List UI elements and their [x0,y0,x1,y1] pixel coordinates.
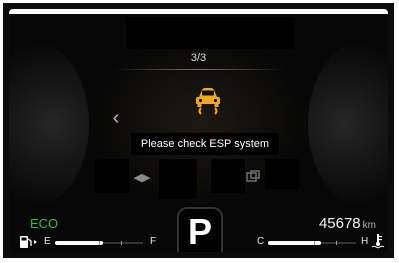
left-glow [9,39,89,209]
page-indicator: 3/3 [190,52,207,64]
hidden-tile [95,159,129,193]
fuel-pump-icon [20,236,37,248]
gear-indicator: P [177,207,223,252]
odometer: 45678 km [319,215,376,232]
esp-skid-icon [196,88,220,115]
warning-message: Please check ESP system [131,133,279,155]
odometer-value: 45678 [318,215,361,232]
previous-page-button[interactable]: ‹ [105,107,127,129]
coolant-temp-icon [371,234,385,249]
temp-tick [336,241,337,245]
fuel-gauge: E F [19,236,169,250]
fuel-tick [99,241,100,245]
top-strip [9,9,388,14]
hidden-tile [211,159,245,193]
fuel-empty-label: E [44,236,51,247]
right-glow [308,39,388,209]
fuel-level-bar [55,241,103,245]
left-right-arrows-icon: ◀▶ [133,172,151,184]
temp-cold-label: C [257,236,265,247]
fuel-tick [121,241,122,245]
temp-hot-label: H [361,236,369,247]
temp-tick [314,241,315,245]
temperature-gauge: C H [257,234,385,250]
fuel-full-label: F [150,236,157,247]
divider [113,69,285,70]
screenshot-frame: 3/3 ‹ Please check ESP system ◀▶ ECO 456… [3,3,394,258]
title-area [126,17,294,49]
instrument-cluster-display: 3/3 ‹ Please check ESP system ◀▶ ECO 456… [9,9,388,252]
hidden-tile [265,159,299,189]
drive-mode-indicator: ECO [30,216,59,231]
odometer-unit: km [362,220,376,231]
settings-square-icon [246,170,260,182]
hidden-tile [159,159,197,199]
